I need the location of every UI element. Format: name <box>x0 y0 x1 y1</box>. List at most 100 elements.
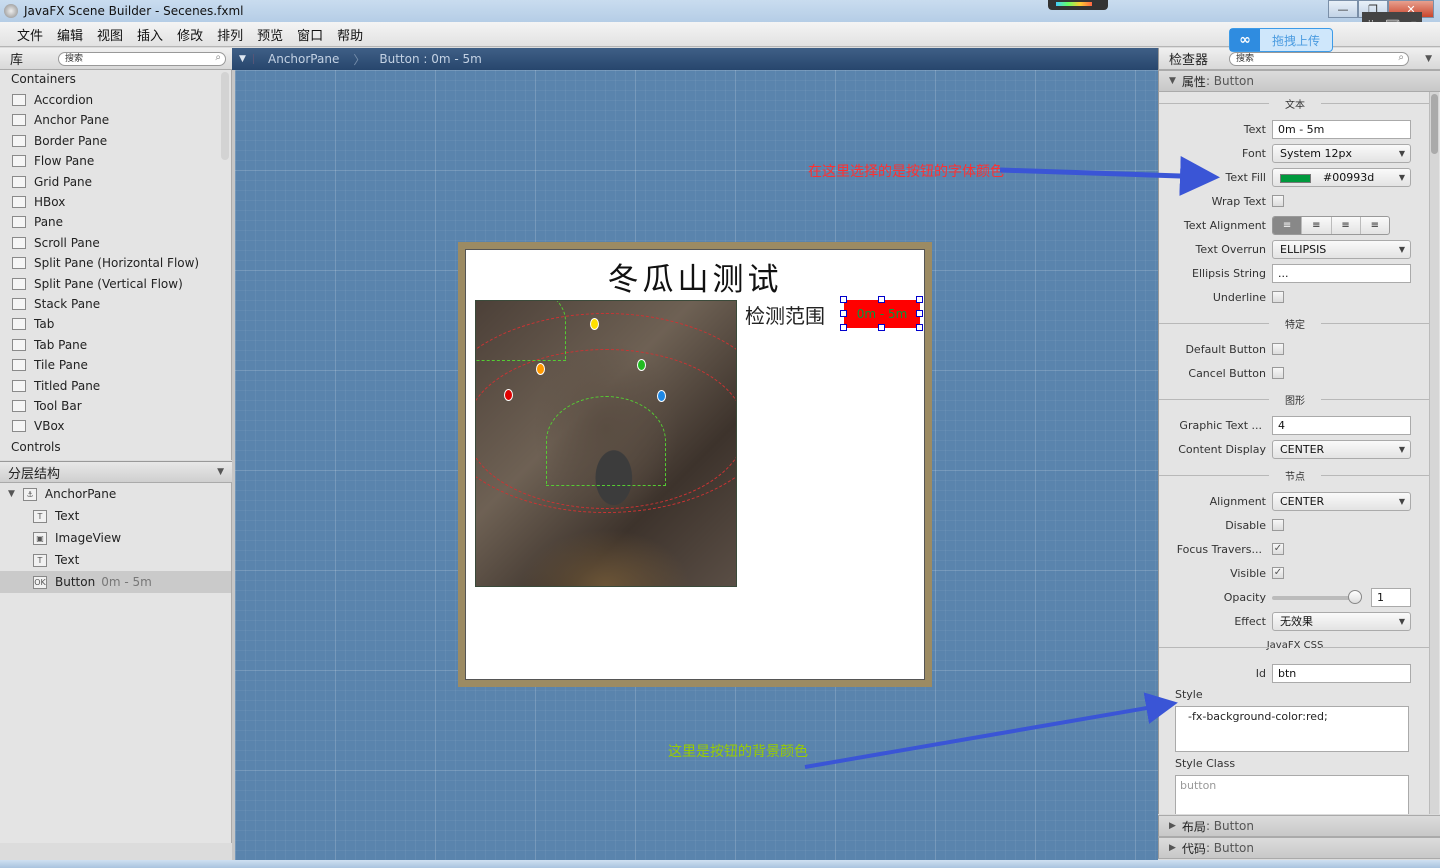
menu-arrange[interactable]: 排列 <box>210 25 250 44</box>
underline-checkbox[interactable] <box>1272 291 1284 303</box>
cave-imageview[interactable] <box>475 300 737 587</box>
library-item[interactable]: Border Pane <box>12 131 107 151</box>
content-display-select[interactable]: CENTER ▼ <box>1272 440 1411 459</box>
resize-handle[interactable] <box>878 296 885 303</box>
style-textarea[interactable]: -fx-background-color:red; <box>1175 706 1409 752</box>
menu-help[interactable]: 帮助 <box>330 25 370 44</box>
code-section-header[interactable]: ▶ 代码 : Button <box>1158 837 1440 859</box>
ellipsis-string-label: Ellipsis String <box>1192 267 1266 280</box>
resize-handle[interactable] <box>840 296 847 303</box>
text-fill-picker[interactable]: #00993d ▼ <box>1272 168 1411 187</box>
section-containers[interactable]: Containers <box>11 72 76 86</box>
chevron-down-icon[interactable]: ▼ <box>232 54 254 64</box>
library-item[interactable]: Accordion <box>12 90 93 110</box>
align-justify-button[interactable]: ≡ <box>1361 217 1389 234</box>
align-right-button[interactable]: ≡ <box>1332 217 1361 234</box>
breadcrumb-item-button[interactable]: Button : 0m - 5m <box>365 52 495 66</box>
text-overrun-select[interactable]: ELLIPSIS ▼ <box>1272 240 1411 259</box>
scrollbar-thumb[interactable] <box>1431 94 1438 154</box>
expand-arrow-icon: ▶ <box>1169 821 1176 831</box>
library-item[interactable]: Tool Bar <box>12 396 82 416</box>
library-item[interactable]: Titled Pane <box>12 376 100 396</box>
scene-root-anchorpane[interactable]: 冬瓜山测试 检测范围 0m - 5m <box>458 242 932 687</box>
cancel-button-checkbox[interactable] <box>1272 367 1284 379</box>
library-item[interactable]: Stack Pane <box>12 294 100 314</box>
tunnel-mesh <box>476 301 566 361</box>
style-class-list[interactable]: button <box>1175 775 1409 814</box>
menu-view[interactable]: 视图 <box>90 25 130 44</box>
tree-item-button[interactable]: OK Button 0m - 5m <box>0 571 231 593</box>
inspector-scrollbar[interactable] <box>1429 92 1439 814</box>
container-icon <box>12 134 26 147</box>
marker-dot <box>590 318 599 330</box>
menu-file[interactable]: 文件 <box>10 25 50 44</box>
library-item[interactable]: Scroll Pane <box>12 233 100 253</box>
tree-item-label: Button <box>55 575 96 589</box>
resize-handle[interactable] <box>840 324 847 331</box>
opacity-slider-knob[interactable] <box>1348 590 1362 604</box>
focus-traversable-checkbox[interactable]: ✓ <box>1272 543 1284 555</box>
library-item[interactable]: Split Pane (Vertical Flow) <box>12 274 183 294</box>
drag-upload-widget[interactable]: ∞ 拖拽上传 <box>1229 28 1333 52</box>
text-input[interactable]: 0m - 5m <box>1272 120 1411 139</box>
library-item[interactable]: Tile Pane <box>12 355 88 375</box>
disable-checkbox[interactable] <box>1272 519 1284 531</box>
library-item[interactable]: Tab Pane <box>12 335 87 355</box>
chevron-down-icon[interactable]: ▼ <box>1425 54 1432 64</box>
container-icon <box>12 338 26 351</box>
section-controls[interactable]: Controls <box>11 440 61 454</box>
menu-preview[interactable]: 预览 <box>250 25 290 44</box>
default-button-checkbox[interactable] <box>1272 343 1284 355</box>
properties-section-header[interactable]: ▼ 属性 : Button <box>1158 70 1440 92</box>
ellipsis-string-input[interactable]: ... <box>1272 264 1411 283</box>
library-item[interactable]: Grid Pane <box>12 172 92 192</box>
library-scrollbar[interactable] <box>221 72 229 160</box>
alignment-select[interactable]: CENTER ▼ <box>1272 492 1411 511</box>
menu-modify[interactable]: 修改 <box>170 25 210 44</box>
color-swatch <box>1280 173 1311 183</box>
menu-insert[interactable]: 插入 <box>130 25 170 44</box>
library-item[interactable]: VBox <box>12 416 65 436</box>
align-center-button[interactable]: ≡ <box>1302 217 1332 234</box>
resize-handle[interactable] <box>916 324 923 331</box>
minimize-button[interactable]: — <box>1328 0 1358 18</box>
library-item[interactable]: Pane <box>12 212 63 232</box>
breadcrumb-item-anchorpane[interactable]: AnchorPane <box>254 52 353 66</box>
tree-item-anchorpane[interactable]: ▼ ⚓ AnchorPane <box>0 483 231 505</box>
inspector-search-input[interactable]: 搜索 ⌕ <box>1229 52 1409 66</box>
range-label-text[interactable]: 检测范围 <box>745 300 825 329</box>
library-item[interactable]: Split Pane (Horizontal Flow) <box>12 253 199 273</box>
tree-item-label: AnchorPane <box>44 487 117 501</box>
tree-item-imageview[interactable]: ▣ ImageView <box>0 527 231 549</box>
opacity-input[interactable]: 1 <box>1371 588 1411 607</box>
opacity-slider[interactable] <box>1272 590 1362 604</box>
align-left-button[interactable]: ≡ <box>1273 217 1303 234</box>
library-item[interactable]: Flow Pane <box>12 151 94 171</box>
scene-title-text[interactable]: 冬瓜山测试 <box>466 254 924 299</box>
library-search-input[interactable]: 搜索 ⌕ <box>58 52 226 66</box>
resize-handle[interactable] <box>840 310 847 317</box>
effect-select[interactable]: 无效果 ▼ <box>1272 612 1411 631</box>
menu-window[interactable]: 窗口 <box>290 25 330 44</box>
tree-item-text[interactable]: T Text <box>0 549 231 571</box>
font-select[interactable]: System 12px ▼ <box>1272 144 1411 163</box>
resize-handle[interactable] <box>916 296 923 303</box>
library-item[interactable]: HBox <box>12 192 65 212</box>
container-icon <box>12 359 26 372</box>
wrap-text-checkbox[interactable] <box>1272 195 1284 207</box>
library-item[interactable]: Anchor Pane <box>12 110 109 130</box>
library-item[interactable]: Tab <box>12 314 54 334</box>
expand-arrow-icon[interactable]: ▼ <box>8 489 15 499</box>
app-icon <box>4 4 18 18</box>
marker-dot <box>637 359 646 371</box>
chevron-down-icon[interactable]: ▼ <box>217 467 224 477</box>
graphic-text-gap-input[interactable]: 4 <box>1272 416 1411 435</box>
resize-handle[interactable] <box>878 324 885 331</box>
code-subtitle: : Button <box>1205 841 1254 855</box>
layout-section-header[interactable]: ▶ 布局 : Button <box>1158 815 1440 837</box>
resize-handle[interactable] <box>916 310 923 317</box>
menu-edit[interactable]: 编辑 <box>50 25 90 44</box>
id-input[interactable]: btn <box>1272 664 1411 683</box>
tree-item-text[interactable]: T Text <box>0 505 231 527</box>
visible-checkbox[interactable]: ✓ <box>1272 567 1284 579</box>
